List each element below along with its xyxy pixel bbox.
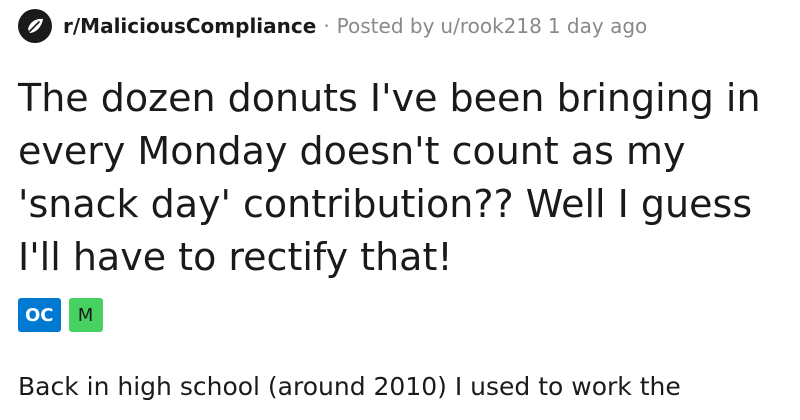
reddit-post: r/MaliciousCompliance · Posted by u/rook… bbox=[0, 0, 800, 420]
post-title-line: I'll have to rectify that! bbox=[18, 235, 453, 279]
subreddit-logo-icon[interactable] bbox=[18, 9, 52, 43]
post-body-preview: Back in high school (around 2010) I used… bbox=[18, 372, 681, 401]
post-title-line: 'snack day' contribution?? Well I guess bbox=[18, 182, 753, 226]
subreddit-logo-graphic bbox=[28, 18, 43, 33]
flair-m-badge[interactable]: M bbox=[68, 298, 103, 332]
author-link[interactable]: u/rook218 bbox=[440, 14, 541, 38]
posted-by-label: Posted by bbox=[336, 14, 435, 38]
flair-oc-badge[interactable]: OC bbox=[18, 298, 61, 332]
post-timestamp[interactable]: 1 day ago bbox=[548, 14, 647, 38]
post-title-line: The dozen donuts I've been bringing in bbox=[18, 76, 761, 120]
subreddit-link[interactable]: r/MaliciousCompliance bbox=[63, 14, 316, 38]
meta-separator: · bbox=[323, 14, 330, 38]
post-title-line: every Monday doesn't count as my bbox=[18, 129, 686, 173]
post-title[interactable]: The dozen donuts I've been bringing in e… bbox=[18, 72, 788, 284]
post-meta: r/MaliciousCompliance · Posted by u/rook… bbox=[18, 7, 647, 45]
post-flairs: OC M bbox=[18, 298, 103, 332]
